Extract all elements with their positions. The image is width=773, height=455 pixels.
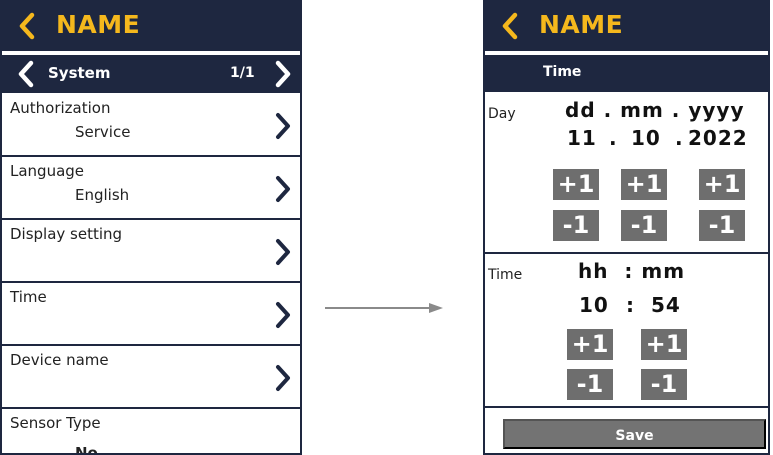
day-minus-button[interactable]: -1	[553, 210, 599, 241]
previous-section-chevron-icon[interactable]	[15, 60, 37, 92]
minute-plus-button[interactable]: +1	[641, 329, 687, 360]
chevron-right-icon	[274, 237, 292, 271]
minute-minus-button[interactable]: -1	[641, 369, 687, 400]
hour-plus-button[interactable]: +1	[567, 329, 613, 360]
menu-item-value: English	[75, 186, 130, 204]
chevron-right-icon	[274, 363, 292, 397]
date-separator: .	[675, 126, 684, 150]
date-label: Day	[488, 106, 516, 122]
date-editor: Day dd . mm . yyyy 11 . 10 . 2022 +1 +1 …	[485, 94, 768, 254]
chevron-right-icon	[274, 174, 292, 208]
chevron-right-icon	[274, 300, 292, 334]
section-title: Time	[543, 64, 582, 80]
menu-item-authorization[interactable]: Authorization Service	[2, 94, 300, 157]
menu-item-device-name[interactable]: Device name	[2, 346, 300, 409]
next-section-chevron-icon[interactable]	[272, 60, 294, 92]
menu-item-display-setting[interactable]: Display setting	[2, 220, 300, 283]
date-separator: .	[609, 126, 618, 150]
time-format: hh : mm	[578, 259, 686, 283]
day-value: 11	[567, 126, 597, 150]
year-value: 2022	[688, 126, 748, 150]
device-name-title: NAME	[56, 10, 141, 39]
transition-arrow-icon	[325, 303, 443, 313]
menu-item-value: No	[75, 444, 98, 455]
header-bar: NAME	[485, 2, 768, 51]
date-format: dd . mm . yyyy	[565, 98, 745, 122]
time-setting-screen: NAME Time Day dd . mm . yyyy 11 . 10 . 2…	[483, 0, 770, 455]
section-title: System	[48, 64, 111, 82]
year-minus-button[interactable]: -1	[699, 210, 745, 241]
hour-value: 10	[579, 293, 609, 317]
month-plus-button[interactable]: +1	[621, 169, 667, 200]
time-separator: :	[626, 293, 635, 317]
day-plus-button[interactable]: +1	[553, 169, 599, 200]
menu-item-value: Service	[75, 123, 131, 141]
menu-item-label: Sensor Type	[10, 414, 101, 432]
device-name-title: NAME	[539, 10, 624, 39]
month-minus-button[interactable]: -1	[621, 210, 667, 241]
menu-item-label: Device name	[10, 351, 109, 369]
menu-item-sensor-type[interactable]: Sensor Type No	[2, 409, 300, 455]
chevron-right-icon	[274, 111, 292, 145]
time-editor: Time hh : mm 10 : 54 +1 +1 -1 -1	[485, 258, 768, 408]
back-chevron-icon[interactable]	[499, 12, 521, 44]
save-button[interactable]: Save	[503, 419, 766, 449]
menu-item-language[interactable]: Language English	[2, 157, 300, 220]
back-chevron-icon[interactable]	[16, 12, 38, 44]
settings-menu: Authorization Service Language English D…	[2, 94, 300, 455]
hour-minus-button[interactable]: -1	[567, 369, 613, 400]
menu-item-label: Language	[10, 162, 85, 180]
system-menu-screen: NAME System 1/1 Authorization Service La…	[0, 0, 302, 455]
year-plus-button[interactable]: +1	[699, 169, 745, 200]
section-title-bar: Time	[485, 55, 768, 92]
menu-item-label: Display setting	[10, 225, 123, 243]
minute-value: 54	[651, 293, 681, 317]
section-nav-bar: System 1/1	[2, 55, 300, 93]
header-bar: NAME	[2, 2, 300, 51]
menu-item-label: Time	[10, 288, 47, 306]
menu-item-time[interactable]: Time	[2, 283, 300, 346]
page-indicator: 1/1	[230, 65, 255, 81]
menu-item-label: Authorization	[10, 99, 111, 117]
time-label: Time	[488, 267, 523, 283]
month-value: 10	[631, 126, 661, 150]
